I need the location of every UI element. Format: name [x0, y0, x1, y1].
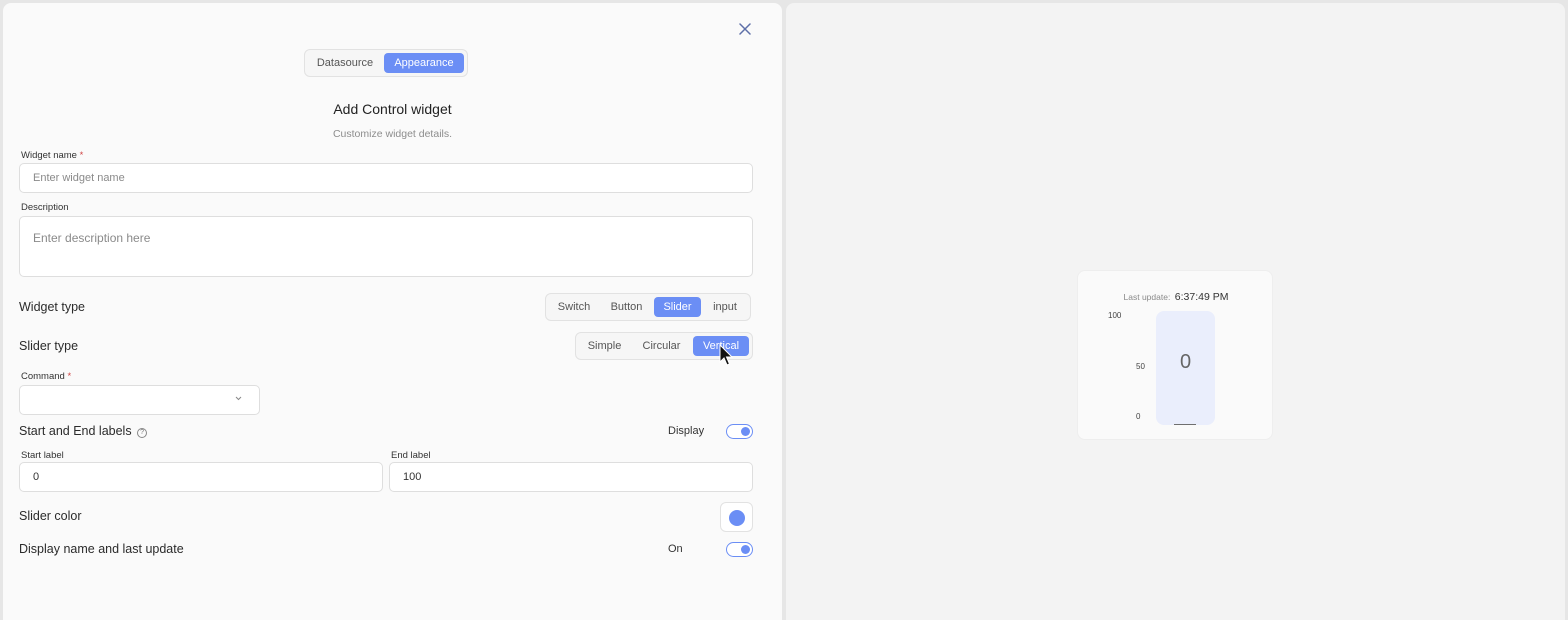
last-update: Last update: 6:37:49 PM [1078, 287, 1274, 305]
slider-handle[interactable] [1174, 424, 1196, 425]
slider-color-picker[interactable] [720, 502, 753, 532]
tab-appearance[interactable]: Appearance [384, 53, 464, 73]
start-label-label: Start label [21, 450, 64, 461]
page-subtitle: Customize widget details. [332, 128, 453, 140]
widget-type-label: Widget type [19, 300, 86, 314]
end-label-label: End label [391, 450, 431, 461]
required-mark: * [79, 150, 84, 161]
slider-type-circular[interactable]: Circular [632, 336, 691, 356]
start-end-labels-toggle[interactable] [726, 424, 753, 439]
last-update-label: Last update: [1123, 292, 1171, 302]
close-icon [739, 23, 751, 35]
widget-type-button[interactable]: Button [601, 297, 652, 317]
toggle-knob [741, 545, 750, 554]
display-toggle-label: Display [668, 425, 705, 437]
widget-name-input[interactable] [19, 163, 753, 193]
description-label: Description [21, 202, 69, 213]
vertical-slider[interactable]: 0 [1156, 311, 1215, 425]
help-icon[interactable]: ? [137, 428, 148, 438]
slider-tick-0: 0 [1136, 412, 1141, 421]
slider-value: 0 [1179, 351, 1192, 373]
slider-tick-100: 100 [1108, 311, 1122, 320]
widget-type-switch[interactable]: Switch [549, 297, 599, 317]
display-name-last-update-label: Display name and last update [19, 542, 184, 556]
widget-editor-panel: Datasource Appearance Add Control widget… [3, 3, 782, 620]
slider-tick-50: 50 [1136, 362, 1145, 371]
editor-tabs: Datasource Appearance [304, 49, 468, 77]
widget-type-selector: Switch Button Slider input [545, 293, 751, 321]
slider-color-label: Slider color [19, 509, 82, 523]
page-title: Add Control widget [333, 101, 452, 117]
display-name-last-update-toggle[interactable] [726, 542, 753, 557]
slider-type-simple[interactable]: Simple [579, 336, 630, 356]
command-label: Command * [21, 371, 72, 382]
required-mark: * [67, 371, 72, 382]
widget-type-input[interactable]: input [703, 297, 747, 317]
tab-datasource[interactable]: Datasource [308, 53, 382, 73]
description-field[interactable] [19, 216, 753, 277]
color-swatch [729, 510, 745, 526]
widget-type-slider[interactable]: Slider [654, 297, 701, 317]
start-label-input[interactable] [19, 462, 383, 492]
chevron-down-icon [235, 396, 242, 401]
command-select[interactable] [19, 385, 260, 415]
mouse-cursor-icon [719, 344, 733, 366]
widget-preview-card: Last update: 6:37:49 PM 100 50 0 0 [1077, 270, 1273, 440]
on-toggle-label: On [668, 543, 683, 555]
toggle-knob [741, 427, 750, 436]
slider-type-label: Slider type [19, 339, 79, 353]
start-end-labels-heading: Start and End labels ? [19, 424, 148, 438]
close-button[interactable] [735, 19, 755, 39]
end-label-input[interactable] [389, 462, 753, 492]
widget-name-label: Widget name * [21, 150, 84, 161]
last-update-time: 6:37:49 PM [1174, 291, 1229, 303]
